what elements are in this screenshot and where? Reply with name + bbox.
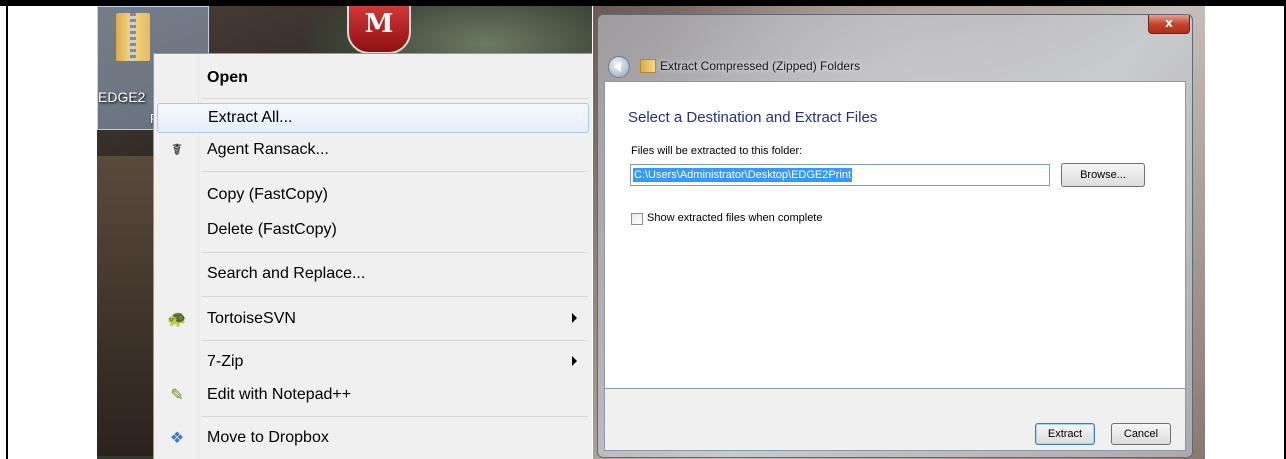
desktop-screenshot-right: Extract Compressed (Zipped) Folders x Se… [593,6,1205,459]
menu-separator [202,296,588,297]
menu-separator [202,252,588,253]
menu-item-open[interactable]: Open [157,64,589,94]
menu-item-delete-fastcopy[interactable]: Delete (FastCopy) [157,216,589,246]
tortoisesvn-icon: 🐢 [167,311,187,328]
zip-folder-icon [116,13,150,61]
menu-item-tortoisesvn[interactable]: 🐢 TortoiseSVN [157,305,589,335]
submenu-arrow-icon [572,313,577,323]
desktop-screenshot-left: EDGE2 P M Open Extract All... ☤ Agent Ra… [97,6,592,459]
menu-item-search-and-replace[interactable]: Search and Replace... [157,260,589,290]
dialog-title: Extract Compressed (Zipped) Folders [660,59,861,73]
destination-label: Files will be extracted to this folder: [631,145,803,157]
dropbox-icon: ❖ [169,430,185,447]
menu-item-move-to-dropbox[interactable]: ❖ Move to Dropbox [157,424,589,454]
menu-item-label: Edit with Notepad++ [207,386,352,403]
dialog-footer: Extract Cancel [604,389,1186,451]
mcafee-shield-icon[interactable]: M [347,6,411,54]
destination-path-value: C:\Users\Administrator\Desktop\EDGE2Prin… [633,168,853,182]
menu-item-7-zip[interactable]: 7-Zip [157,348,589,378]
menu-item-label: Extract All... [208,109,293,126]
menu-item-label: Open [207,69,248,86]
back-button[interactable] [608,56,630,78]
menu-item-label: TortoiseSVN [207,310,296,327]
browse-button[interactable]: Browse... [1061,163,1145,187]
menu-item-label: Agent Ransack... [207,141,329,158]
menu-separator [202,171,588,172]
destination-path-input[interactable]: C:\Users\Administrator\Desktop\EDGE2Prin… [630,164,1050,186]
menu-item-label: Search and Replace... [207,265,366,282]
menu-separator [202,416,588,417]
menu-separator [202,98,588,99]
submenu-arrow-icon [572,356,577,366]
agent-ransack-icon: ☤ [171,142,183,159]
show-extracted-files-checkbox[interactable] [631,213,643,225]
menu-item-label: Delete (FastCopy) [207,221,337,238]
menu-item-label: Copy (FastCopy) [207,186,328,203]
menu-item-edit-with-notepadpp[interactable]: ✎ Edit with Notepad++ [157,381,589,411]
notepadpp-icon: ✎ [170,387,184,404]
close-button[interactable]: x [1148,15,1190,34]
menu-item-agent-ransack[interactable]: ☤ Agent Ransack... [157,136,589,166]
dialog-titlebar[interactable]: Extract Compressed (Zipped) Folders x [598,15,1192,81]
menu-item-label: 7-Zip [207,353,244,370]
zipper-icon [130,13,136,61]
menu-separator [202,340,588,341]
context-menu: Open Extract All... ☤ Agent Ransack... C… [153,53,592,459]
menu-item-label: Move to Dropbox [207,429,329,446]
frame-left-border [6,6,8,459]
zip-folder-icon [640,59,656,73]
show-extracted-files-label[interactable]: Show extracted files when complete [647,212,822,224]
page-heading: Select a Destination and Extract Files [628,109,878,126]
dialog-content: Select a Destination and Extract Files F… [604,81,1186,389]
menu-item-copy-fastcopy[interactable]: Copy (FastCopy) [157,181,589,211]
cancel-button[interactable]: Cancel [1111,423,1171,445]
extract-dialog: Extract Compressed (Zipped) Folders x Se… [597,14,1193,458]
back-arrow-icon [614,62,621,72]
menu-item-extract-all[interactable]: Extract All... [157,103,589,133]
extract-button[interactable]: Extract [1035,423,1095,445]
desktop-icon-label: EDGE2 [98,89,146,105]
